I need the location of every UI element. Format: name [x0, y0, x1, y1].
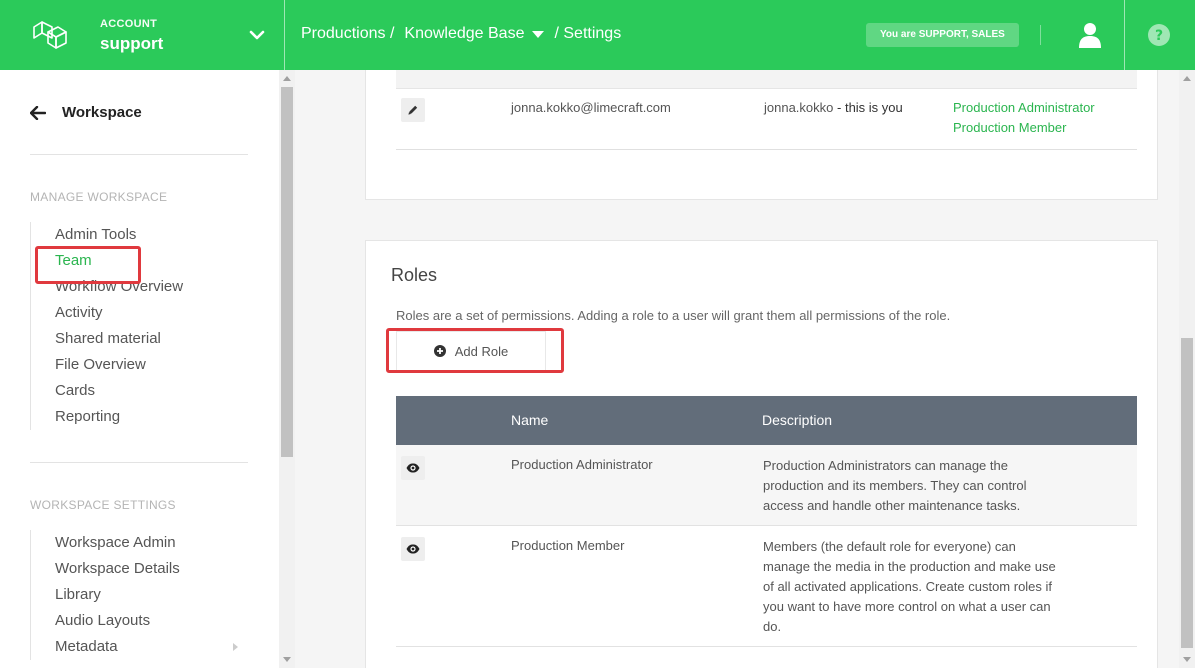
main-scrollbar[interactable]	[1179, 70, 1195, 668]
divider	[1040, 25, 1041, 45]
table-row: jonna.kokko@limecraft.com jonna.kokko - …	[396, 89, 1137, 150]
account-name: support	[100, 34, 164, 53]
breadcrumb-knowledge-base[interactable]: Knowledge Base	[404, 25, 524, 43]
roles-card: Roles Roles are a set of permissions. Ad…	[365, 240, 1158, 668]
role-description: Members (the default role for everyone) …	[763, 539, 1056, 634]
sidebar-item-library[interactable]: Library	[31, 582, 248, 608]
scrollbar-thumb[interactable]	[281, 87, 293, 457]
eye-icon	[406, 544, 420, 554]
column-description: Description	[762, 412, 833, 428]
scroll-up-icon[interactable]	[283, 76, 291, 81]
sidebar-item-cards[interactable]: Cards	[31, 378, 248, 404]
edit-button[interactable]	[401, 98, 425, 122]
table-row: Production Member Members (the default r…	[396, 526, 1137, 647]
this-is-you-label: - this is you	[837, 100, 903, 115]
sidebar-item-workspace-details[interactable]: Workspace Details	[31, 556, 248, 582]
breadcrumb: Productions / Knowledge Base / Settings	[301, 25, 627, 43]
sidebar-item-activity[interactable]: Activity	[31, 300, 248, 326]
scroll-down-icon[interactable]	[283, 657, 291, 662]
scroll-down-icon[interactable]	[1183, 657, 1191, 662]
member-email: jonna.kokko@limecraft.com	[511, 100, 671, 115]
divider	[30, 462, 248, 463]
pencil-icon	[408, 105, 418, 115]
sidebar-item-metadata[interactable]: Metadata	[31, 634, 248, 660]
main-content: jonna.kokko@limecraft.com jonna.kokko - …	[295, 70, 1179, 668]
member-roles: Production Administrator Production Memb…	[953, 98, 1095, 138]
sidebar-item-file-overview[interactable]: File Overview	[31, 352, 248, 378]
divider	[30, 154, 248, 155]
table-header: Name Description	[396, 396, 1137, 445]
back-label: Workspace	[62, 104, 142, 121]
column-name: Name	[511, 412, 549, 428]
account-label: ACCOUNT	[100, 18, 158, 30]
breadcrumb-settings[interactable]: / Settings	[554, 25, 621, 43]
view-role-button[interactable]	[401, 456, 425, 480]
breadcrumb-productions[interactable]: Productions /	[301, 25, 394, 43]
account-switcher[interactable]: ACCOUNT support	[0, 0, 285, 70]
roles-description: Roles are a set of permissions. Adding a…	[396, 308, 951, 323]
role-name: Production Administrator	[511, 457, 653, 472]
user-icon[interactable]	[1078, 22, 1102, 48]
role-name: Production Member	[511, 538, 625, 553]
svg-text:?: ?	[1155, 28, 1163, 44]
scroll-up-icon[interactable]	[1183, 76, 1191, 81]
sidebar-item-reporting[interactable]: Reporting	[31, 404, 248, 430]
member-username: jonna.kokko	[764, 100, 834, 115]
help-icon[interactable]: ?	[1148, 24, 1170, 46]
sidebar-item-metadata-label: Metadata	[55, 638, 118, 655]
workspace-settings-title: WORKSPACE SETTINGS	[30, 498, 176, 512]
highlight-team	[35, 246, 141, 284]
role-description: Production Administrators can manage the…	[763, 458, 1027, 513]
caret-down-icon[interactable]	[532, 30, 545, 38]
workspace-settings-nav: Workspace Admin Workspace Details Librar…	[30, 530, 248, 660]
roles-title: Roles	[391, 265, 438, 285]
table-row: Production Administrator Production Admi…	[396, 445, 1137, 526]
sidebar-scrollbar[interactable]	[279, 70, 295, 668]
team-card: jonna.kokko@limecraft.com jonna.kokko - …	[365, 70, 1158, 200]
chevron-down-icon[interactable]	[249, 28, 265, 42]
chevron-right-icon	[233, 643, 238, 651]
view-role-button[interactable]	[401, 537, 425, 561]
sidebar-item-admin-tools[interactable]: Admin Tools	[31, 222, 248, 248]
team-table-header	[396, 70, 1137, 89]
eye-icon	[406, 463, 420, 473]
roles-table: Name Description Production Administrato…	[396, 396, 1137, 647]
back-to-workspace[interactable]: Workspace	[30, 104, 142, 121]
role-badge: You are SUPPORT, SALES	[866, 23, 1019, 47]
sidebar: Workspace MANAGE WORKSPACE Admin Tools T…	[0, 70, 279, 668]
scrollbar-thumb[interactable]	[1181, 338, 1193, 648]
divider	[1124, 0, 1125, 70]
sidebar-item-audio-layouts[interactable]: Audio Layouts	[31, 608, 248, 634]
member-user: jonna.kokko - this is you	[764, 100, 903, 115]
logo-icon	[33, 21, 67, 49]
highlight-add-role	[386, 328, 564, 373]
top-bar: ACCOUNT support Productions / Knowledge …	[0, 0, 1195, 70]
arrow-left-icon	[30, 105, 46, 120]
manage-workspace-title: MANAGE WORKSPACE	[30, 190, 168, 204]
role-link-production-member[interactable]: Production Member	[953, 118, 1095, 138]
sidebar-item-workspace-admin[interactable]: Workspace Admin	[31, 530, 248, 556]
role-link-production-administrator[interactable]: Production Administrator	[953, 98, 1095, 118]
sidebar-item-shared-material[interactable]: Shared material	[31, 326, 248, 352]
